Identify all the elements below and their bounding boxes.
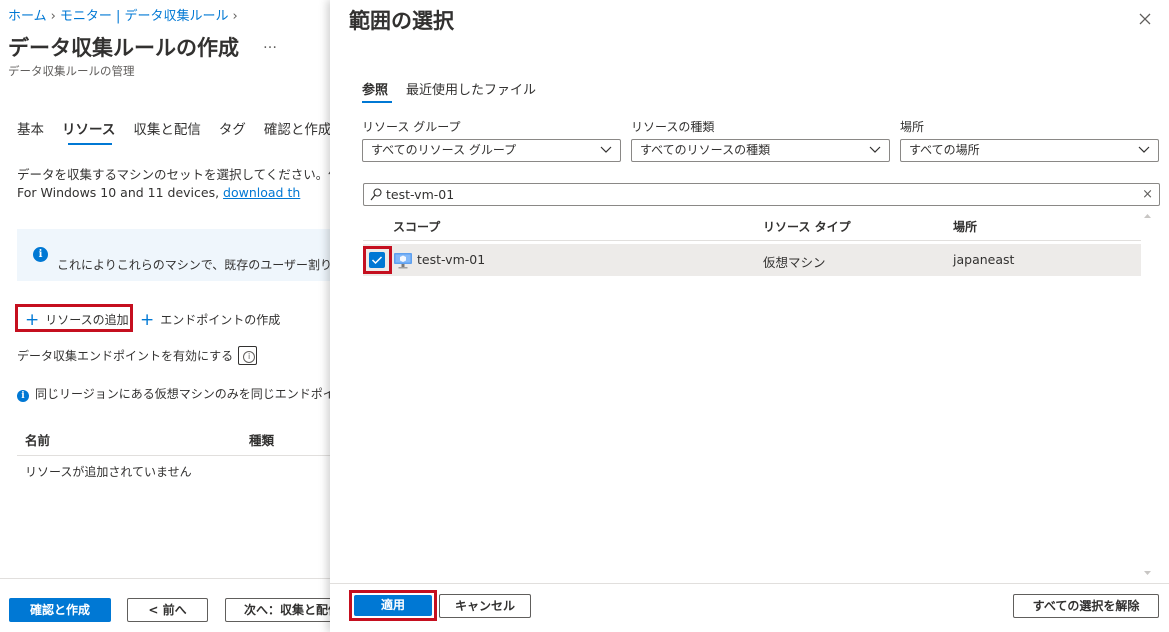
location-dropdown[interactable]: すべての場所 (900, 139, 1159, 162)
column-header-name: 名前 (25, 433, 51, 448)
region-note: i 同じリージョンにある仮想マシンのみを同じエンドポイントに (17, 385, 330, 402)
page-title: データ収集ルールの作成 (8, 36, 239, 60)
region-note-text: 同じリージョンにある仮想マシンのみを同じエンドポイントに (35, 387, 330, 401)
enable-endpoint-row: データ収集エンドポイントを有効にする i (17, 347, 256, 364)
resource-group-dropdown[interactable]: すべてのリソース グループ (362, 139, 621, 162)
column-header-type: 種類 (249, 433, 275, 448)
info-icon: i (33, 247, 48, 262)
scroll-up-icon[interactable] (1143, 212, 1152, 220)
more-options-icon[interactable]: … (263, 36, 278, 52)
wizard-tabs: 基本 リソース 収集と配信 タグ 確認と作成 (17, 118, 330, 138)
vertical-scrollbar[interactable] (1141, 211, 1156, 581)
tab-resources[interactable]: リソース (62, 118, 115, 138)
breadcrumb: ホーム › モニター | データ収集ルール › (8, 5, 242, 24)
create-endpoint-label: エンドポイントの作成 (160, 313, 281, 327)
tab-browse[interactable]: 参照 (362, 79, 388, 98)
add-resource-label: リソースの追加 (45, 313, 129, 327)
table-divider (17, 455, 330, 456)
scope-grid-header: スコープ リソース タイプ 場所 (363, 211, 1141, 241)
enable-endpoint-checkbox[interactable] (238, 346, 257, 365)
plus-icon: + (140, 310, 155, 330)
tab-basics[interactable]: 基本 (17, 118, 44, 138)
info-banner-text: これによりこれらのマシンで、既存のユーザー割り当て ID (シ (57, 258, 330, 272)
tab-recent[interactable]: 最近使用したファイル (406, 79, 536, 98)
breadcrumb-home[interactable]: ホーム (8, 9, 47, 24)
create-rule-page: ホーム › モニター | データ収集ルール › データ収集ルールの作成 … データ収集… (0, 0, 330, 632)
clear-selection-button[interactable]: すべての選択を解除 (1013, 594, 1159, 618)
resource-group-value: すべてのリソース グループ (371, 143, 517, 157)
previous-button[interactable]: < 前へ (127, 598, 208, 622)
chevron-down-icon (869, 146, 881, 153)
clear-search-icon[interactable]: × (1142, 184, 1153, 205)
row-resource-type: 仮想マシン (763, 255, 826, 270)
active-tab-indicator (68, 143, 112, 145)
panel-footer-divider (330, 583, 1169, 584)
chevron-down-icon (1138, 146, 1150, 153)
filter-label-resource-group: リソース グループ (362, 120, 461, 134)
description-line-1: データを収集するマシンのセットを選択してください。仮想マ (17, 167, 330, 182)
breadcrumb-separator: › (50, 9, 56, 24)
select-scope-panel: 範囲の選択 参照 最近使用したファイル リソース グループ リソースの種類 場所 … (330, 0, 1169, 632)
active-tab-indicator (362, 101, 392, 103)
search-icon (370, 188, 382, 201)
breadcrumb-separator: › (232, 9, 238, 24)
create-endpoint-button[interactable]: + エンドポイントの作成 (140, 310, 280, 330)
tab-review-create[interactable]: 確認と作成 (264, 118, 330, 138)
filter-label-location: 場所 (900, 120, 925, 134)
column-header-scope[interactable]: スコープ (393, 218, 440, 235)
plus-icon: + (25, 310, 40, 330)
footer-divider (0, 578, 330, 579)
next-button[interactable]: 次へ：収集と配信 > (225, 598, 330, 622)
highlight-box (363, 246, 392, 274)
tab-tags[interactable]: タグ (219, 118, 246, 138)
row-location: japaneast (953, 252, 1015, 267)
enable-endpoint-label: データ収集エンドポイントを有効にする (17, 349, 234, 363)
column-header-resource-type[interactable]: リソース タイプ (763, 218, 851, 235)
row-scope-name: test-vm-01 (417, 252, 486, 267)
table-row[interactable]: test-vm-01 仮想マシン japaneast (363, 244, 1141, 276)
review-create-button[interactable]: 確認と作成 (9, 598, 111, 622)
virtual-machine-icon (394, 253, 412, 269)
search-input[interactable]: test-vm-01 × (363, 183, 1160, 206)
location-value: すべての場所 (909, 143, 980, 157)
column-header-location[interactable]: 場所 (953, 218, 977, 235)
breadcrumb-monitor-rules[interactable]: モニター | データ収集ルール (60, 9, 229, 24)
download-link[interactable]: download th (223, 185, 300, 200)
description-line-2-text: For Windows 10 and 11 devices, (17, 185, 224, 200)
resource-type-value: すべてのリソースの種類 (640, 143, 771, 157)
page-subtitle: データ収集ルールの管理 (8, 64, 135, 78)
info-icon: i (17, 390, 29, 402)
resource-type-dropdown[interactable]: すべてのリソースの種類 (631, 139, 890, 162)
filter-label-resource-type: リソースの種類 (631, 120, 715, 134)
add-resource-button[interactable]: + リソースの追加 (25, 310, 129, 330)
apply-button[interactable]: 適用 (354, 595, 432, 616)
panel-tabs: 参照 最近使用したファイル (362, 79, 554, 98)
chevron-down-icon (600, 146, 612, 153)
table-empty-message: リソースが追加されていません (25, 465, 192, 479)
tab-collect-deliver[interactable]: 収集と配信 (133, 118, 201, 138)
description-line-2: For Windows 10 and 11 devices, download … (17, 184, 330, 202)
panel-title: 範囲の選択 (349, 9, 454, 33)
close-icon[interactable] (1136, 10, 1154, 28)
cancel-button[interactable]: キャンセル (439, 594, 531, 618)
info-banner: i これによりこれらのマシンで、既存のユーザー割り当て ID (シ (17, 229, 330, 281)
resources-description: データを収集するマシンのセットを選択してください。仮想マ For Windows… (17, 166, 330, 202)
scroll-down-icon[interactable] (1143, 569, 1152, 577)
search-value: test-vm-01 (386, 187, 455, 202)
